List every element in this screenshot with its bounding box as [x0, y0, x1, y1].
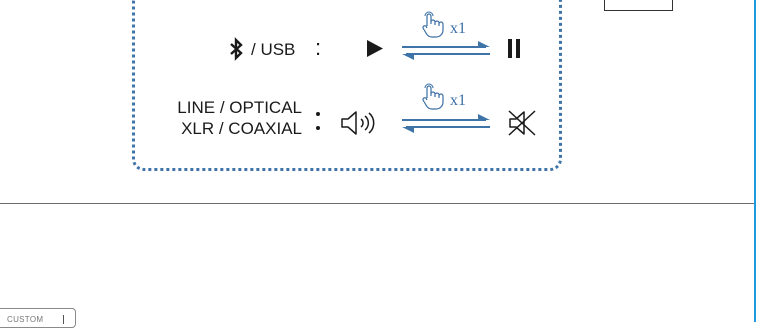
bluetooth-icon — [230, 37, 243, 61]
page-frame-right-edge — [754, 0, 756, 322]
tap-hand-icon — [422, 83, 444, 110]
bt-usb-label: / USB — [251, 40, 296, 59]
section-divider — [0, 203, 754, 204]
line-optical-label-line1: LINE / OPTICAL — [177, 98, 302, 117]
bt-usb-colon: : — [315, 35, 322, 60]
top-right-box — [604, 0, 673, 11]
custom-button-label: CUSTOM — [7, 315, 44, 324]
tap-count-label: x1 — [450, 92, 466, 109]
play-icon — [367, 40, 383, 57]
colon-dot-bottom — [316, 126, 320, 130]
custom-button[interactable]: CUSTOM — [0, 308, 76, 328]
tap-count-label: x1 — [450, 20, 466, 37]
control-instructions-panel — [132, 0, 562, 171]
tap-hand-icon — [422, 11, 444, 38]
toggle-arrows-icon — [402, 114, 490, 133]
xlr-coaxial-label-line2: XLR / COAXIAL — [181, 119, 302, 138]
speaker-on-icon — [341, 111, 375, 135]
toggle-arrows-icon — [402, 41, 490, 60]
custom-button-tick — [63, 315, 64, 324]
line-optical-label: LINE / OPTICAL XLR / COAXIAL — [160, 97, 302, 139]
speaker-mute-icon — [508, 110, 536, 136]
pause-icon — [508, 39, 520, 58]
colon-dot-top — [316, 112, 320, 116]
